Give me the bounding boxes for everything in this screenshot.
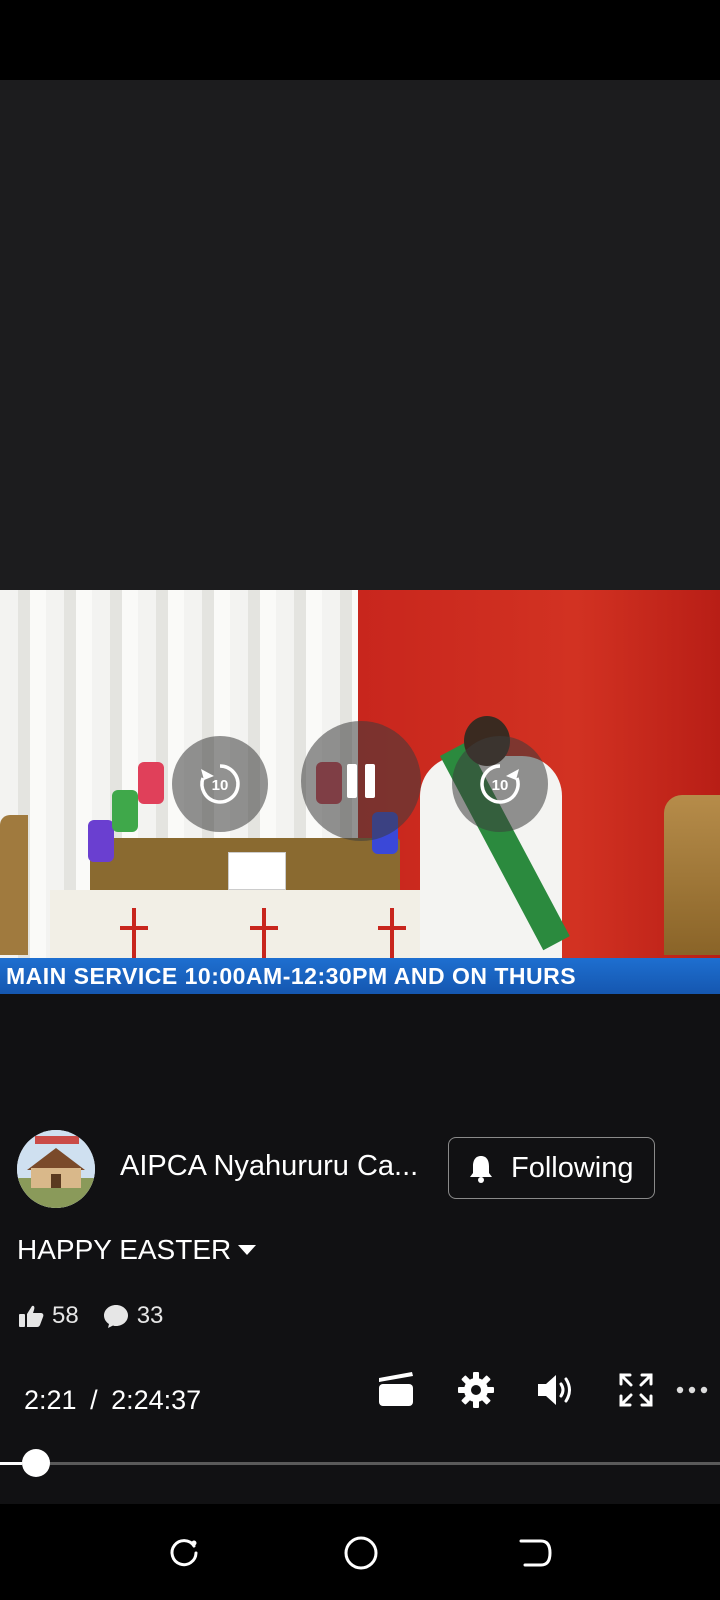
fullscreen-button[interactable] [614, 1368, 658, 1412]
likes-stat[interactable]: 58 [18, 1302, 79, 1330]
church-avatar-image [17, 1130, 95, 1208]
current-time: 2:21 [24, 1385, 77, 1415]
comment-icon [103, 1305, 128, 1328]
video-scene-chair [0, 815, 28, 955]
forward-10-icon: 10 [480, 764, 520, 804]
following-label: Following [511, 1151, 634, 1184]
back-button[interactable] [516, 1533, 556, 1573]
like-icon [19, 1305, 44, 1327]
video-letterbox-top [0, 80, 720, 590]
video-scene-candle [138, 762, 164, 804]
home-button[interactable] [341, 1533, 381, 1573]
gear-icon [458, 1372, 494, 1408]
playback-time: 2:21 / 2:24:37 [24, 1385, 201, 1416]
duration: 2:24:37 [111, 1385, 202, 1415]
fullscreen-icon [619, 1373, 653, 1407]
engagement-stats: 58 33 [18, 1302, 187, 1330]
progress-track[interactable] [0, 1449, 720, 1477]
forward-10-button[interactable]: 10 [452, 736, 548, 832]
likes-count: 58 [52, 1302, 79, 1329]
pause-icon [347, 764, 375, 798]
video-title[interactable]: HAPPY EASTER [17, 1234, 257, 1266]
video-scene-cross [250, 908, 278, 963]
pause-button[interactable] [301, 721, 421, 841]
video-title-text: HAPPY EASTER [17, 1234, 232, 1265]
video-scene-chair [664, 795, 720, 955]
settings-button[interactable] [454, 1368, 498, 1412]
clips-button[interactable] [374, 1368, 418, 1412]
progress-knob[interactable] [22, 1449, 50, 1477]
more-button[interactable] [674, 1368, 710, 1412]
more-icon [676, 1386, 708, 1394]
comments-count: 33 [136, 1302, 164, 1329]
comments-stat[interactable]: 33 [103, 1302, 164, 1330]
bell-icon [470, 1156, 492, 1183]
volume-icon [538, 1375, 571, 1405]
time-separator: / [90, 1385, 98, 1415]
status-bar [0, 0, 720, 80]
video-ticker: MAIN SERVICE 10:00AM-12:30PM AND ON THUR… [0, 958, 720, 994]
video-scene-candle [88, 820, 114, 862]
channel-name[interactable]: AIPCA Nyahururu Ca... [120, 1150, 418, 1183]
rewind-10-icon: 10 [200, 764, 240, 804]
recents-button[interactable] [164, 1533, 204, 1573]
svg-text:10: 10 [212, 777, 229, 794]
progress-fill [0, 1462, 22, 1465]
svg-text:10: 10 [492, 777, 509, 794]
recents-icon [170, 1539, 198, 1567]
home-icon [344, 1536, 378, 1570]
video-scene-cross [378, 908, 406, 963]
back-icon [519, 1539, 552, 1567]
video-scene-cross [120, 908, 148, 963]
channel-avatar[interactable] [17, 1130, 95, 1208]
following-button[interactable]: Following [448, 1137, 655, 1199]
video-scene-book [228, 852, 286, 890]
caret-down-icon [238, 1245, 257, 1255]
video-scene-candle [112, 790, 138, 832]
rewind-10-button[interactable]: 10 [172, 736, 268, 832]
clapperboard-icon [379, 1372, 413, 1406]
volume-button[interactable] [534, 1368, 578, 1412]
video-player[interactable]: 10 10 MAIN SERVICE 10:00AM-12:30PM AND O… [0, 590, 720, 994]
